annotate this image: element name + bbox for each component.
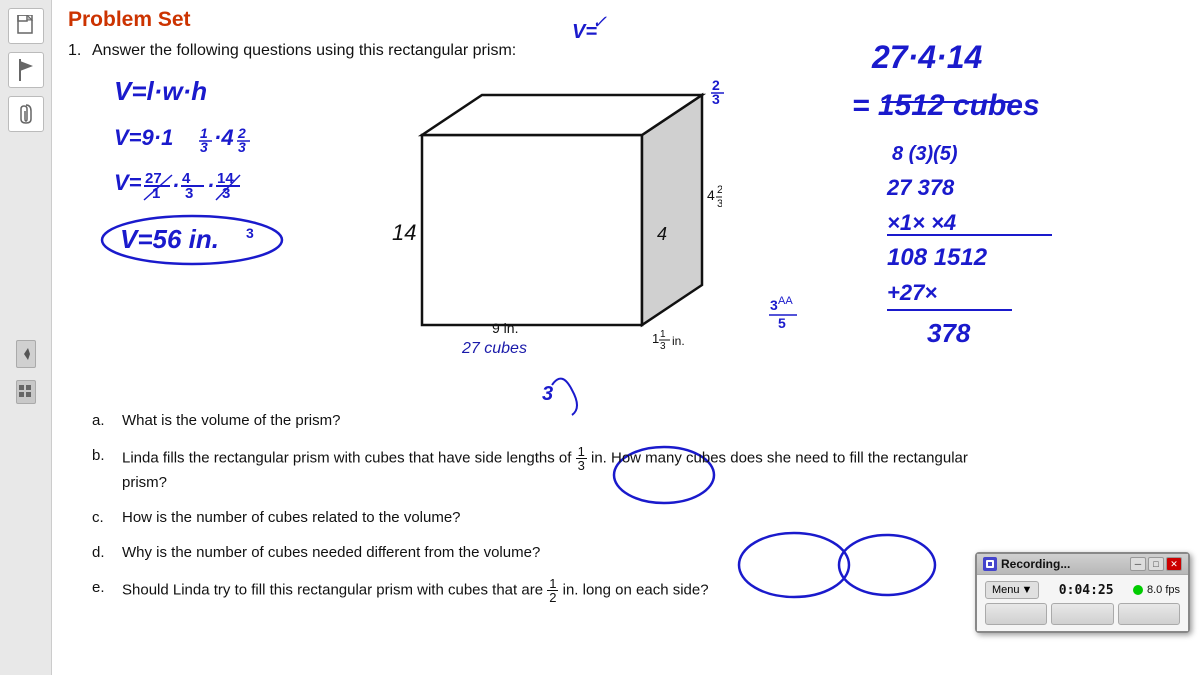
flag-button[interactable] [8,52,44,88]
svg-text:in.: in. [672,334,685,348]
fps-value: 8.0 fps [1147,584,1180,596]
recording-body: Menu ▼ 0:04:25 8.0 fps [977,575,1188,631]
svg-text:3: 3 [200,139,208,155]
page-button[interactable] [8,8,44,44]
svg-text:1: 1 [200,125,208,141]
svg-text:27: 27 [145,170,162,187]
svg-text:3: 3 [246,225,254,241]
sub-q-label-d: d. [92,542,122,563]
svg-text:4: 4 [707,187,715,203]
svg-text:14: 14 [217,170,234,187]
menu-button[interactable]: Menu ▼ [985,581,1039,599]
svg-text:14: 14 [392,220,416,245]
sub-question-a: a. What is the volume of the prism? [92,410,992,431]
sub-q-label-e: e. [92,577,122,604]
sub-questions: a. What is the volume of the prism? b. L… [92,410,992,618]
svg-text:4: 4 [657,224,667,244]
menu-label: Menu [992,584,1020,596]
recording-widget: Recording... ─ □ ✕ Menu ▼ 0:04:25 8.0 fp… [975,552,1190,633]
svg-text:2: 2 [717,184,722,196]
svg-text:27 cubes: 27 cubes [461,340,527,357]
svg-text:3: 3 [717,198,722,210]
expand-button[interactable] [16,340,36,368]
svg-text:1: 1 [652,331,659,346]
svg-text:V=9·1: V=9·1 [114,125,173,150]
problem-number: 1. [68,42,81,60]
svg-text:27 378: 27 378 [886,175,955,200]
sub-q-text-c: How is the number of cubes related to th… [122,507,461,528]
recording-info-row: Menu ▼ 0:04:25 8.0 fps [985,581,1180,599]
svg-text:1: 1 [660,329,666,340]
sub-q-label-a: a. [92,410,122,431]
left-toolbar [0,0,52,675]
svg-text:108 1512: 108 1512 [887,244,988,271]
svg-text:·: · [172,173,179,198]
box-diagram: 14 4 2 3 in. 27 cubes 9 in. 4 1 1 3 in. [362,80,722,385]
recording-title-text: Recording... [1001,557,1070,571]
sub-q-label-b: b. [92,445,122,493]
svg-text:3: 3 [238,139,246,155]
close-button[interactable]: ✕ [1166,557,1182,571]
svg-text:5: 5 [778,315,786,331]
sub-question-b: b. Linda fills the rectangular prism wit… [92,445,992,493]
svg-text:8 (3)(5): 8 (3)(5) [892,143,958,165]
svg-text:1: 1 [152,185,160,202]
svg-text:AA: AA [778,295,793,307]
main-content: Problem Set 1. Answer the following ques… [52,0,1200,675]
timer-display: 0:04:25 [1059,583,1114,598]
menu-chevron-icon: ▼ [1022,584,1033,596]
svg-text:+27×: +27× [887,280,937,305]
fraction-one-half: 12 [547,577,558,604]
svg-text:V=l·w·h: V=l·w·h [114,76,207,106]
sub-q-text-a: What is the volume of the prism? [122,410,340,431]
recording-controls [985,603,1180,625]
sub-q-text-b: Linda fills the rectangular prism with c… [122,445,992,493]
recording-titlebar: Recording... ─ □ ✕ [977,554,1188,575]
svg-text:3: 3 [770,297,778,313]
svg-text:V=: V= [572,21,597,43]
svg-text:V=: V= [114,170,142,195]
svg-text:3: 3 [222,185,230,202]
svg-text:2: 2 [237,125,246,141]
problem-instruction: Answer the following questions using thi… [92,42,516,60]
svg-text:·4: ·4 [214,125,234,150]
page-title: Problem Set [68,8,191,32]
svg-text:3: 3 [542,383,553,405]
window-buttons: ─ □ ✕ [1130,557,1182,571]
svg-text:27·4·14: 27·4·14 [871,39,983,75]
sub-q-text-d: Why is the number of cubes needed differ… [122,542,540,563]
svg-text:3: 3 [660,341,666,352]
minimize-button[interactable]: ─ [1130,557,1146,571]
svg-text:= 1512 cubes: = 1512 cubes [852,89,1040,122]
sub-q-label-c: c. [92,507,122,528]
sub-question-d: d. Why is the number of cubes needed dif… [92,542,992,563]
svg-text:V=56 in.: V=56 in. [120,224,219,254]
svg-text:9 in.: 9 in. [492,320,518,336]
svg-text:378: 378 [927,318,971,348]
recording-title: Recording... [983,557,1070,571]
maximize-button[interactable]: □ [1148,557,1164,571]
sub-question-c: c. How is the number of cubes related to… [92,507,992,528]
sub-question-e: e. Should Linda try to fill this rectang… [92,577,992,604]
sub-q-text-e: Should Linda try to fill this rectangula… [122,577,709,604]
svg-text:✓: ✓ [592,12,607,32]
grid-button[interactable] [16,380,36,404]
svg-text:×1× ×4: ×1× ×4 [887,210,956,235]
svg-text:·: · [207,173,214,198]
fraction-one-third: 13 [576,445,587,472]
recording-app-icon [983,557,997,571]
fps-indicator: 8.0 fps [1133,584,1180,596]
fps-dot [1133,585,1143,595]
svg-text:3: 3 [185,185,193,202]
svg-text:4: 4 [182,170,191,187]
ctrl-btn-3[interactable] [1118,603,1180,625]
paperclip-button[interactable] [8,96,44,132]
ctrl-btn-2[interactable] [1051,603,1113,625]
ctrl-btn-1[interactable] [985,603,1047,625]
